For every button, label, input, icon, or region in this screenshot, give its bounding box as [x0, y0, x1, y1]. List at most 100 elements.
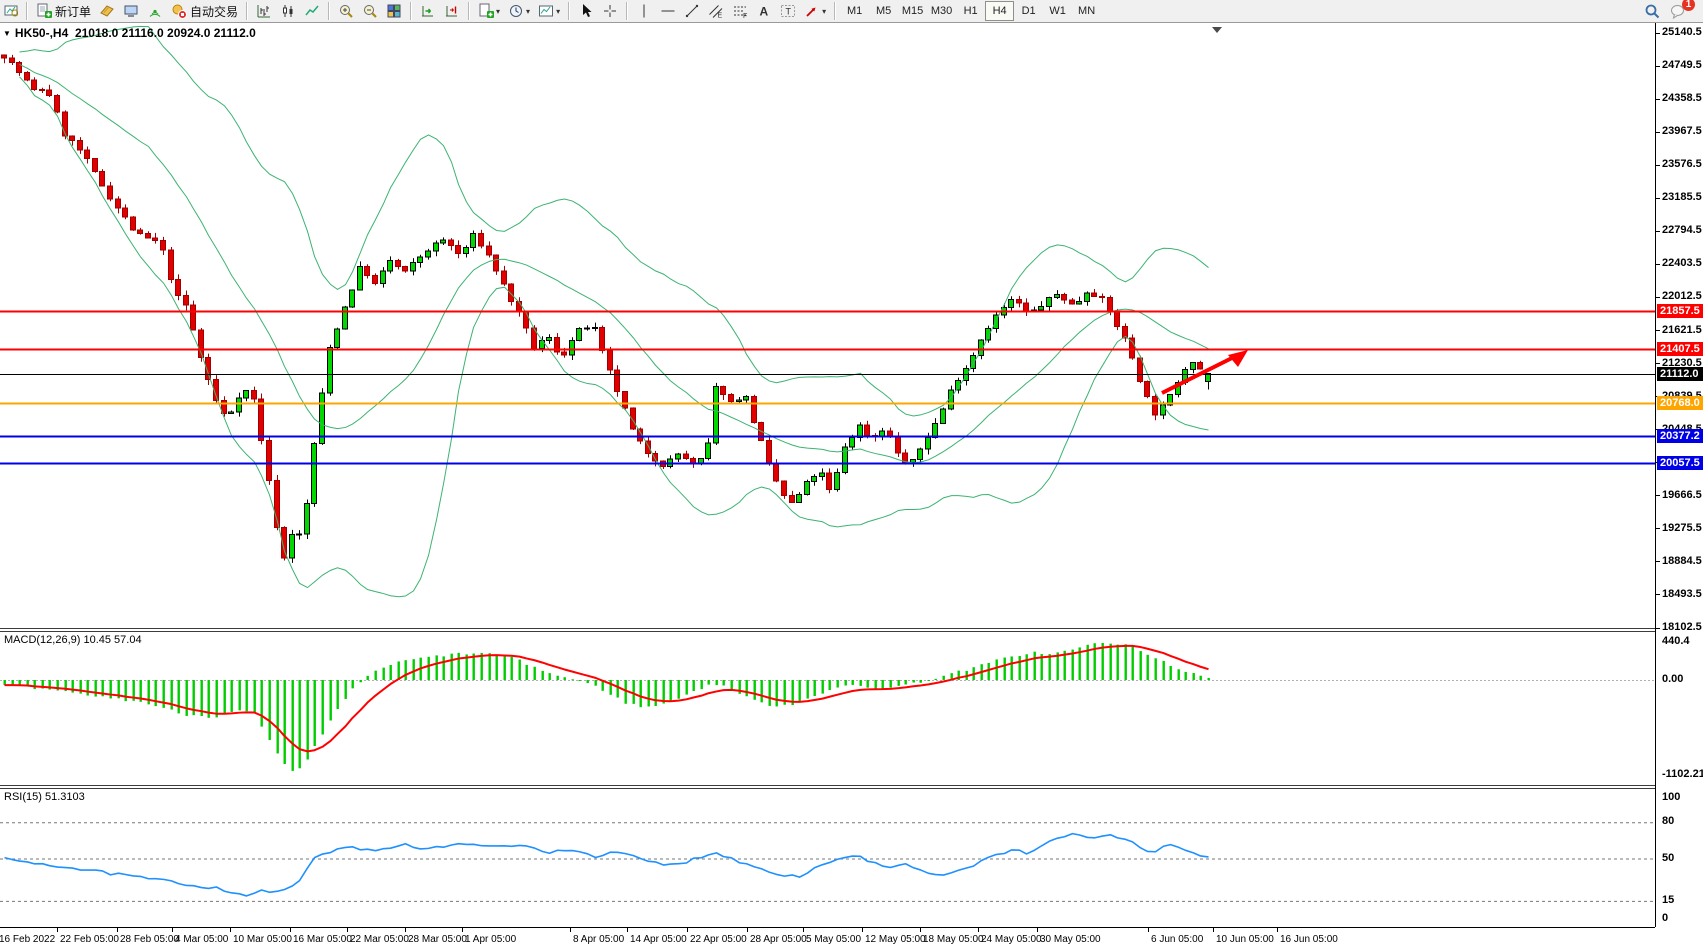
timeframe-mn[interactable]: MN: [1072, 1, 1101, 21]
trend-arrow-annotation[interactable]: [1161, 350, 1248, 395]
timeframe-d1[interactable]: D1: [1014, 1, 1043, 21]
zoom-in-button[interactable]: [335, 1, 357, 21]
market-depth-button[interactable]: [96, 1, 118, 21]
horizontal-line-tool[interactable]: [657, 1, 679, 21]
price-tick-label: 24749.5: [1662, 59, 1702, 72]
time-tick: [117, 928, 118, 932]
templates-dropdown[interactable]: ▾: [535, 1, 563, 21]
separator: [568, 2, 571, 20]
price-tick-label: 23967.5: [1662, 125, 1702, 138]
price-chart-canvas[interactable]: [0, 23, 1655, 628]
cursor-tool-button[interactable]: [575, 1, 597, 21]
price-tick: [1656, 32, 1660, 34]
svg-text:E: E: [718, 13, 723, 20]
terminal-button[interactable]: [120, 1, 142, 21]
search-icon: [1645, 4, 1660, 18]
price-level-badge: 21112.0: [1657, 366, 1703, 381]
chart-title: ▼ HK50-,H4 21018.0 21116.0 20924.0 21112.…: [3, 26, 256, 40]
price-level-badge: 20377.2: [1657, 428, 1703, 443]
timeframe-h4[interactable]: H4: [985, 1, 1015, 21]
price-tick: [1656, 197, 1660, 199]
periods-dropdown[interactable]: ▾: [505, 1, 533, 21]
auto-trading-button[interactable]: 自动交易: [168, 1, 241, 21]
price-tick-label: 19275.5: [1662, 521, 1702, 534]
new-order-icon: [37, 3, 52, 18]
fibonacci-tool[interactable]: F: [729, 1, 751, 21]
rsi-axis-label: 100: [1662, 791, 1681, 803]
line-chart-mode-button[interactable]: [301, 1, 323, 21]
time-tick-label: 28 Feb 05:00: [120, 934, 179, 945]
time-tick: [172, 928, 173, 932]
price-tick: [1656, 495, 1660, 497]
text-a-icon: A: [760, 5, 769, 19]
tile-windows-button[interactable]: [383, 1, 405, 21]
time-tick: [862, 928, 863, 932]
zoom-in-icon: [340, 5, 353, 18]
time-tick-label: 10 Jun 05:00: [1216, 934, 1274, 945]
candlestick-mode-button[interactable]: [277, 1, 299, 21]
chart-shift-button[interactable]: [441, 1, 463, 21]
cursor-icon: [583, 4, 592, 17]
timeframe-m5[interactable]: M5: [869, 1, 898, 21]
timeframe-m1[interactable]: M1: [840, 1, 869, 21]
time-tick: [1277, 928, 1278, 932]
new-chart-dropdown[interactable]: ▾: [475, 1, 503, 21]
label-tool[interactable]: T: [777, 1, 799, 21]
timeframe-w1[interactable]: W1: [1043, 1, 1072, 21]
arrow-shape-icon: [806, 7, 816, 17]
separator: [468, 2, 471, 20]
time-tick: [462, 928, 463, 932]
chart-shift-marker[interactable]: [1212, 27, 1222, 33]
trendline-tool[interactable]: [681, 1, 703, 21]
price-axis[interactable]: 25140.5 24749.5 24358.5 23967.5 23576.5 23185…: [1655, 23, 1703, 927]
new-order-button[interactable]: 新订单: [33, 1, 94, 21]
price-tick: [1656, 131, 1660, 133]
monitor-icon: [124, 5, 138, 17]
signal-icon: [149, 9, 161, 17]
chevron-down-icon: ▾: [496, 6, 501, 16]
rsi-indicator-label: RSI(15) 51.3103: [4, 791, 85, 803]
toolbar: 新订单 自动交易 ▾ ▾ ▾ E F A T ▾ M1 M5 M15 M30 H…: [0, 0, 1703, 23]
rsi-chart-canvas[interactable]: [0, 789, 1655, 927]
time-tick: [347, 928, 348, 932]
candlestick-series: [1, 54, 1211, 563]
time-axis[interactable]: 16 Feb 2022 22 Feb 05:00 28 Feb 05:00 4 Mar…: [0, 927, 1655, 949]
price-tick: [1656, 296, 1660, 298]
level-lines[interactable]: [0, 310, 1655, 465]
time-tick-label: 22 Mar 05:00: [350, 934, 409, 945]
time-tick: [978, 928, 979, 932]
price-tick: [1656, 330, 1660, 331]
trading-terminal-window: 新订单 自动交易 ▾ ▾ ▾ E F A T ▾ M1 M5 M15 M30 H…: [0, 0, 1703, 949]
collapse-triangle-icon[interactable]: ▼: [3, 29, 11, 38]
price-level-badge: 20057.5: [1657, 455, 1703, 470]
book-icon: [100, 5, 114, 17]
price-tick-label: 24358.5: [1662, 92, 1702, 105]
timeframe-h1[interactable]: H1: [956, 1, 985, 21]
text-tool[interactable]: A: [753, 1, 775, 21]
channel-tool[interactable]: E: [705, 1, 727, 21]
timeframe-m15[interactable]: M15: [898, 1, 927, 21]
indicators-window-icon[interactable]: [1, 1, 21, 21]
auto-scroll-button[interactable]: [417, 1, 439, 21]
chart-search-icon: [4, 5, 18, 17]
separator: [626, 2, 629, 20]
price-tick: [1656, 627, 1660, 629]
time-tick: [405, 928, 406, 932]
timeframe-m30[interactable]: M30: [927, 1, 956, 21]
macd-chart-canvas[interactable]: [0, 632, 1655, 785]
rsi-line: [4, 832, 1209, 897]
zoom-out-button[interactable]: [359, 1, 381, 21]
signals-button[interactable]: [144, 1, 166, 21]
vertical-line-tool[interactable]: [633, 1, 655, 21]
new-order-label: 新订单: [55, 4, 92, 19]
price-tick: [1656, 98, 1660, 100]
crosshair-tool-button[interactable]: [599, 1, 621, 21]
price-tick-label: 25140.5: [1662, 26, 1702, 38]
crosshair-icon: [604, 5, 617, 17]
notifications-button[interactable]: 1: [1666, 0, 1695, 21]
horizontal-line-icon: [661, 10, 675, 12]
shapes-dropdown[interactable]: ▾: [801, 1, 829, 21]
search-button[interactable]: [1641, 1, 1664, 21]
bar-chart-mode-button[interactable]: [253, 1, 275, 21]
time-tick-label: 24 May 05:00: [981, 934, 1042, 945]
